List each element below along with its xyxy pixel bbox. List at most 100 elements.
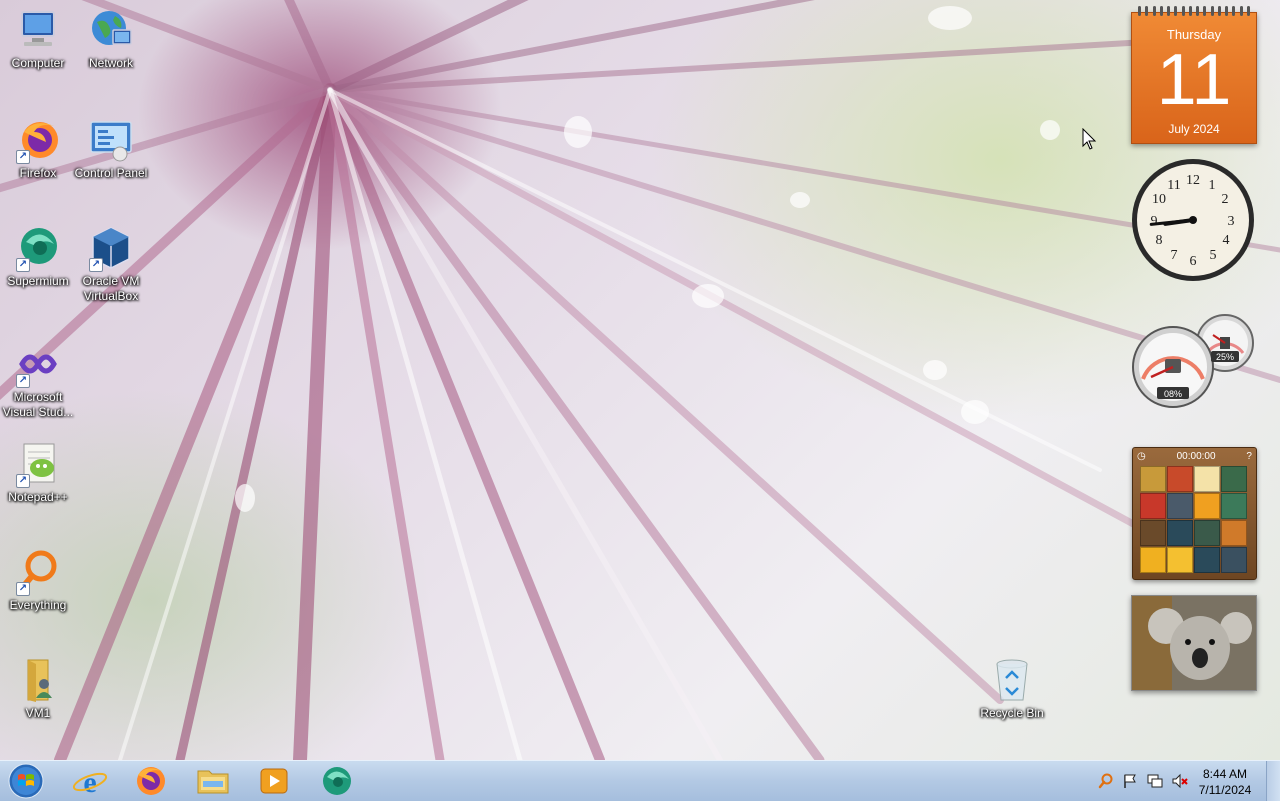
svg-text:8: 8 [1156, 233, 1163, 248]
media-player-icon [260, 768, 288, 794]
shortcut-arrow-icon: ↗ [89, 258, 103, 272]
taskbar-firefox[interactable] [123, 763, 179, 799]
visual-studio-icon: ↗ [14, 340, 62, 388]
puzzle-tile[interactable] [1140, 493, 1166, 519]
network-icon [87, 6, 135, 54]
wallpaper [0, 0, 1280, 760]
svg-text:4: 4 [1223, 233, 1230, 248]
taskbar-supermium[interactable] [309, 763, 365, 799]
taskbar-clock[interactable]: 8:44 AM 7/11/2024 [1194, 766, 1256, 798]
virtualbox-icon: ↗ [87, 224, 135, 272]
picture-puzzle-gadget[interactable]: ◷ 00:00:00 ? [1132, 447, 1257, 580]
cpu-meter-gadget[interactable]: 08% 25% [1129, 313, 1257, 409]
svg-text:12: 12 [1186, 173, 1200, 188]
svg-text:2: 2 [1222, 192, 1229, 207]
slideshow-gadget[interactable] [1131, 595, 1257, 691]
search-tray-icon[interactable] [1098, 773, 1114, 789]
desktop-icon-label: Everything [9, 598, 67, 612]
everything-search-icon: ↗ [14, 548, 62, 596]
desktop-icon-label: Network [88, 56, 133, 70]
internet-explorer-icon: e [72, 766, 108, 799]
svg-text:3: 3 [1228, 214, 1235, 229]
puzzle-tile[interactable] [1221, 466, 1247, 492]
desktop-icon-label: Control Panel [74, 166, 148, 180]
desktop-icon-notepadpp[interactable]: ↗ Notepad++ [0, 440, 76, 505]
taskbar: e 8:44 AM 7/11/2024 [0, 760, 1280, 801]
puzzle-tile[interactable] [1194, 547, 1220, 573]
shortcut-arrow-icon: ↗ [16, 582, 30, 596]
svg-text:9: 9 [1151, 214, 1158, 229]
supermium-icon: ↗ [14, 224, 62, 272]
puzzle-tile[interactable] [1221, 493, 1247, 519]
desktop-icon-recycle-bin[interactable]: Recycle Bin [974, 656, 1050, 721]
desktop-icon-label: Notepad++ [8, 490, 68, 504]
desktop-icon-virtualbox[interactable]: ↗ Oracle VM VirtualBox [73, 224, 149, 304]
network-icon[interactable] [1147, 773, 1163, 789]
desktop-icon-firefox[interactable]: ↗ Firefox [0, 116, 76, 181]
taskbar-time: 8:44 AM [1202, 767, 1248, 781]
puzzle-tile[interactable] [1194, 466, 1220, 492]
clock-gadget[interactable]: 12 1 2 3 4 5 6 7 8 9 10 11 [1131, 158, 1255, 282]
computer-icon [14, 6, 62, 54]
calendar-month-year: July 2024 [1168, 122, 1220, 136]
puzzle-grid[interactable] [1140, 466, 1249, 573]
mouse-cursor-icon [1082, 128, 1097, 150]
puzzle-tile[interactable] [1194, 493, 1220, 519]
start-button[interactable] [4, 761, 48, 801]
calendar-binding-rings [1138, 6, 1250, 16]
desktop-icon-everything[interactable]: ↗ Everything [0, 548, 76, 613]
taskbar-date: 7/11/2024 [1198, 783, 1252, 797]
desktop-icon-label: Computer [11, 56, 65, 70]
file-explorer-icon [197, 770, 229, 794]
desktop-icon-control-panel[interactable]: Control Panel [73, 116, 149, 181]
desktop-icon-label: Microsoft Visual Stud... [2, 390, 74, 419]
puzzle-tile[interactable] [1140, 466, 1166, 492]
notepadpp-icon: ↗ [14, 440, 62, 488]
desktop-icon-vm1[interactable]: VM1 [0, 656, 76, 721]
puzzle-timer-icon: ◷ [1137, 450, 1146, 462]
desktop[interactable]: Computer Network ↗ Firefox Control Panel… [0, 0, 1280, 760]
calendar-gadget[interactable]: Thursday 11 July 2024 [1131, 6, 1257, 144]
desktop-icon-computer[interactable]: Computer [0, 6, 76, 71]
svg-text:10: 10 [1152, 192, 1166, 207]
firefox-icon: ↗ [14, 116, 62, 164]
puzzle-tile[interactable] [1221, 520, 1247, 546]
show-desktop-button[interactable] [1266, 761, 1280, 801]
taskbar-media-player[interactable] [246, 763, 302, 799]
shortcut-arrow-icon: ↗ [16, 374, 30, 388]
supermium-icon [323, 767, 351, 795]
desktop-icon-label: Supermium [7, 274, 69, 288]
taskbar-internet-explorer[interactable]: e [62, 763, 118, 799]
puzzle-tile[interactable] [1167, 493, 1193, 519]
svg-text:7: 7 [1171, 248, 1178, 263]
desktop-icon-supermium[interactable]: ↗ Supermium [0, 224, 76, 289]
desktop-icon-network[interactable]: Network [73, 6, 149, 71]
koala-photo [1132, 596, 1256, 690]
user-folder-icon [14, 656, 62, 704]
memory-percent: 25% [1216, 352, 1234, 362]
svg-text:6: 6 [1190, 254, 1197, 269]
taskbar-file-explorer[interactable] [185, 763, 241, 799]
puzzle-help-icon[interactable]: ? [1246, 451, 1252, 462]
puzzle-tile[interactable] [1167, 466, 1193, 492]
svg-text:5: 5 [1210, 248, 1217, 263]
puzzle-tile[interactable] [1221, 547, 1247, 573]
shortcut-arrow-icon: ↗ [16, 150, 30, 164]
puzzle-tile[interactable] [1140, 520, 1166, 546]
puzzle-tile[interactable] [1167, 547, 1193, 573]
cpu-percent: 08% [1164, 389, 1182, 399]
svg-text:e: e [83, 766, 96, 799]
shortcut-arrow-icon: ↗ [16, 258, 30, 272]
puzzle-tile[interactable] [1194, 520, 1220, 546]
puzzle-tile[interactable] [1167, 520, 1193, 546]
action-center-flag-icon[interactable] [1122, 773, 1138, 789]
windows-start-orb-icon [8, 763, 44, 799]
shortcut-arrow-icon: ↗ [16, 474, 30, 488]
recycle-bin-icon [988, 656, 1036, 704]
desktop-icon-label: Oracle VM VirtualBox [82, 274, 140, 303]
puzzle-tile[interactable] [1140, 547, 1166, 573]
desktop-icon-label: Firefox [19, 166, 57, 180]
volume-muted-icon[interactable] [1172, 773, 1188, 789]
desktop-icon-visual-studio[interactable]: ↗ Microsoft Visual Stud... [0, 340, 76, 420]
puzzle-timer: 00:00:00 [1176, 450, 1216, 462]
